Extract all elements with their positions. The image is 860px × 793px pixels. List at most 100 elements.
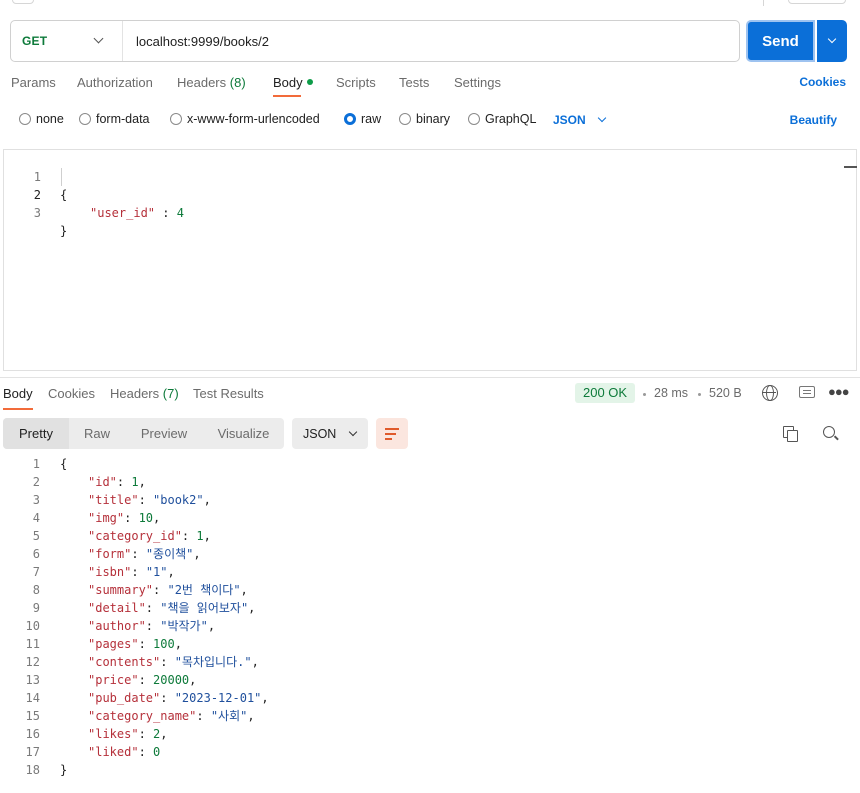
view-mode-preview[interactable]: Preview (125, 418, 203, 449)
tab-stub (12, 0, 34, 4)
pane-divider[interactable] (0, 377, 860, 378)
code-text: "summary": "2번 책이다", (88, 581, 248, 599)
view-mode-visualize[interactable]: Visualize (203, 418, 284, 449)
tab-response-body[interactable]: Body (3, 386, 33, 401)
wrap-lines-button[interactable] (376, 418, 408, 449)
chevron-down-icon (827, 34, 837, 44)
code-line: 3 "title": "book2", (3, 491, 857, 509)
json-key: "category_id" (88, 529, 182, 543)
response-size[interactable]: 520 B (709, 386, 742, 400)
json-value: "2번 책이다" (167, 583, 241, 597)
save-button-stub[interactable] (788, 0, 846, 4)
tab-test-results[interactable]: Test Results (193, 386, 264, 401)
code-text: "liked": 0 (88, 743, 160, 761)
copy-icon[interactable] (783, 426, 798, 442)
json-value: "1" (145, 565, 168, 579)
view-mode-raw[interactable]: Raw (69, 418, 125, 449)
save-response-icon[interactable] (799, 386, 815, 398)
send-options-button[interactable] (817, 20, 847, 62)
tab-label: Body (273, 75, 303, 90)
radio-x-www-form-urlencoded[interactable]: x-www-form-urlencoded (170, 112, 320, 126)
send-button[interactable]: Send (746, 20, 815, 62)
radio-raw[interactable]: raw (344, 112, 381, 126)
url-input[interactable] (123, 21, 739, 61)
code-line: 17 "liked": 0 (3, 743, 857, 761)
tab-headers[interactable]: Headers (8) (177, 75, 246, 90)
tab-label: Tests (399, 75, 430, 90)
tab-tests[interactable]: Tests (399, 75, 429, 90)
json-colon: : (138, 637, 154, 651)
tab-label: Scripts (336, 75, 376, 90)
radio-binary[interactable]: binary (399, 112, 450, 126)
json-comma: , (189, 673, 197, 687)
tab-label: Body (3, 386, 33, 401)
code-text: "id": 1, (88, 473, 146, 491)
radio-label: none (36, 112, 64, 126)
globe-icon[interactable] (762, 385, 778, 401)
tab-scripts[interactable]: Scripts (336, 75, 376, 90)
request-url-bar: GET (10, 20, 740, 62)
radio-circle-icon (19, 113, 31, 125)
code-text: "img": 10, (88, 509, 160, 527)
radio-label: GraphQL (485, 112, 537, 126)
tab-response-headers[interactable]: Headers (7) (110, 386, 179, 401)
json-key: "contents" (88, 655, 161, 669)
code-line: 7 "isbn": "1", (3, 563, 857, 581)
response-body-viewer[interactable]: 1{2 "id": 1, 3 "title": "book2", 4 "img": 10,… (3, 455, 857, 785)
code-line: 13 "price": 20000, (3, 671, 857, 689)
response-format-select[interactable]: JSON (292, 418, 368, 449)
radio-label: binary (416, 112, 451, 126)
code-text: "pages": 100, (88, 635, 182, 653)
json-colon: : (181, 529, 197, 543)
code-text: "likes": 2, (88, 725, 168, 743)
radio-form-data[interactable]: form-data (79, 112, 150, 126)
wrap-icon-line (385, 428, 399, 430)
more-options-icon[interactable]: ●●● (828, 384, 850, 399)
tab-response-cookies[interactable]: Cookies (48, 386, 95, 401)
radio-none[interactable]: none (19, 112, 64, 126)
tab-settings[interactable]: Settings (454, 75, 501, 90)
json-key: "form" (88, 547, 132, 561)
tab-params[interactable]: Params (11, 75, 56, 90)
code-line: 8 "summary": "2번 책이다", (3, 581, 857, 599)
response-time[interactable]: 28 ms (654, 386, 688, 400)
json-comma: , (251, 655, 259, 669)
cookies-link[interactable]: Cookies (799, 75, 846, 89)
wrap-icon-line (385, 433, 396, 435)
tab-body[interactable]: Body (273, 75, 313, 90)
json-colon: : (138, 727, 154, 741)
json-comma: , (240, 583, 248, 597)
separator-dot (698, 393, 701, 396)
active-tab-indicator (273, 95, 301, 97)
search-icon[interactable] (823, 426, 835, 438)
method-select[interactable]: GET (11, 21, 123, 61)
radio-checked-icon (344, 113, 356, 125)
beautify-button[interactable]: Beautify (790, 113, 837, 127)
status-badge[interactable]: 200 OK (575, 383, 636, 403)
line-number: 10 (25, 619, 40, 633)
json-value: "2023-12-01" (174, 691, 262, 705)
json-key: "summary" (88, 583, 154, 597)
json-comma: , (167, 565, 175, 579)
json-value: 1 (196, 529, 204, 543)
json-key: "pages" (88, 637, 139, 651)
json-key: "img" (88, 511, 125, 525)
code-text: "form": "종이책", (88, 545, 201, 563)
json-colon: : (138, 493, 154, 507)
request-body-editor[interactable]: 1 { 2 "user_id" : 4 3 } (3, 149, 857, 371)
tab-label: Params (11, 75, 56, 90)
json-value: 0 (153, 745, 161, 759)
tab-authorization[interactable]: Authorization (77, 75, 153, 90)
code-line: 16 "likes": 2, (3, 725, 857, 743)
raw-format-select[interactable]: JSON (553, 113, 606, 127)
json-key: "author" (88, 619, 146, 633)
modified-dot-icon (306, 79, 313, 85)
tab-label: Headers (177, 75, 227, 90)
view-mode-selector: Pretty Raw Preview Visualize (3, 418, 284, 449)
json-value: "종이책" (145, 547, 194, 561)
radio-graphql[interactable]: GraphQL (468, 112, 536, 126)
code-line: 10 "author": "박작가", (3, 617, 857, 635)
json-comma: , (261, 691, 269, 705)
view-mode-pretty[interactable]: Pretty (3, 418, 69, 449)
json-value: 1 (131, 475, 139, 489)
